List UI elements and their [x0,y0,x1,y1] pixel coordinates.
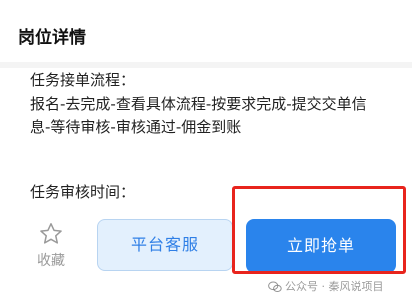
wechat-icon [268,281,282,293]
watermark: 公众号 · 秦风说项目 [268,280,384,294]
favorite-button[interactable]: 收藏 [26,221,76,273]
watermark-text: 公众号 · 秦风说项目 [285,280,384,293]
task-flow-label: 任务接单流程： [30,71,136,89]
grab-order-button[interactable]: 立即抢单 [246,219,396,273]
task-flow-steps: 报名-去完成-查看具体流程-按要求完成-提交交单信 息-等待审核-审核通过-佣金… [30,95,367,136]
favorite-label: 收藏 [37,253,65,269]
review-time-label: 任务审核时间： [30,183,136,201]
header-card: 岗位详情 [0,0,412,62]
star-outline-icon [26,221,76,247]
customer-service-button[interactable]: 平台客服 [97,219,233,271]
page-title: 岗位详情 [18,28,86,48]
